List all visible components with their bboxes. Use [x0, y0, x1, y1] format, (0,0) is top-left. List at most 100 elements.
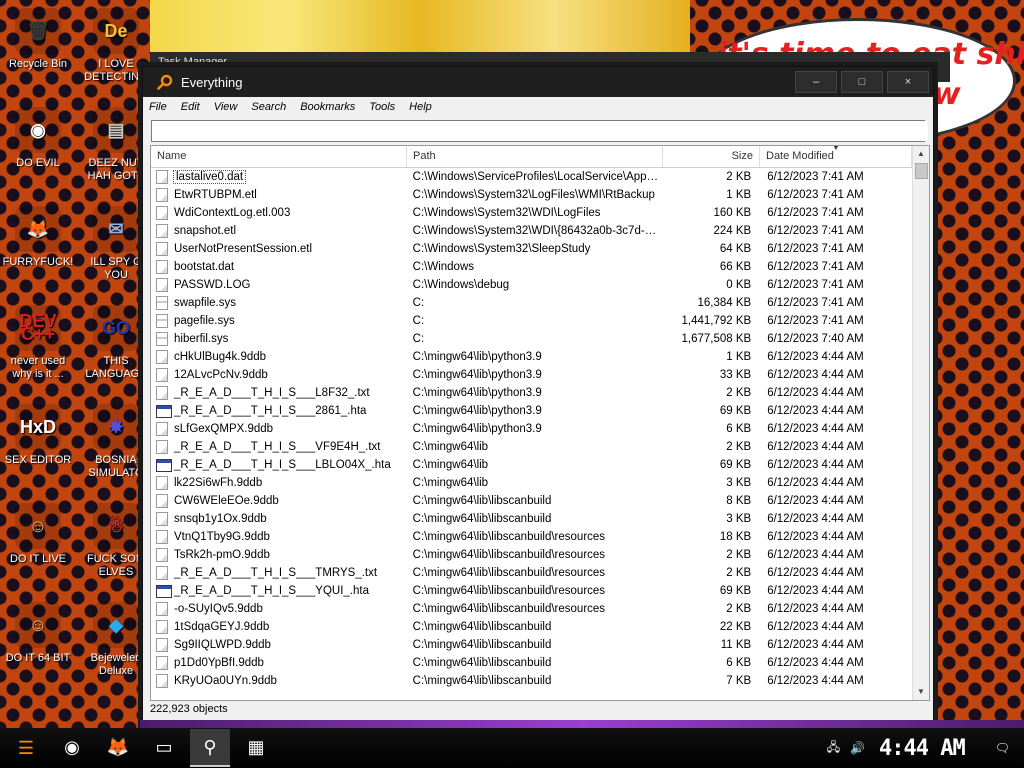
desktop-icon[interactable]: ☺ DO IT LIVE — [2, 503, 74, 566]
cell-size: 22 KB — [719, 621, 752, 633]
maximize-button[interactable]: □ — [841, 71, 883, 93]
cell-path: C:\Windows\System32\LogFiles\WMI\RtBacku… — [412, 189, 655, 201]
file-icon — [156, 422, 168, 436]
table-row[interactable]: TsRk2h-pmO.9ddb C:\mingw64\lib\libscanbui… — [151, 546, 911, 564]
table-row[interactable]: WdiContextLog.etl.003 C:\Windows\System32… — [151, 204, 911, 222]
cell-date-modified: 6/12/2023 4:44 AM — [767, 549, 864, 561]
file-name: lk22Si6wFh.9ddb — [174, 477, 263, 489]
menu-bookmarks[interactable]: Bookmarks — [300, 101, 355, 113]
table-row[interactable]: _R_E_A_D___T_H_I_S___YQUI_.hta C:\mingw64… — [151, 582, 911, 600]
table-row[interactable]: _R_E_A_D___T_H_I_S___L8F32_.txt C:\mingw6… — [151, 384, 911, 402]
desktop-icon[interactable]: ☺ DO IT 64 BIT — [2, 602, 74, 665]
desktop-icon[interactable]: HxD SEX EDITOR — [2, 404, 74, 467]
desktop-icon[interactable]: ◉ DO EVIL — [2, 107, 74, 170]
column-header-date-modified[interactable]: ▼ Date Modified — [760, 146, 912, 167]
table-row[interactable]: sLfGexQMPX.9ddb C:\mingw64\lib\python3.9 6… — [151, 420, 911, 438]
cell-path: C:\mingw64\lib\libscanbuild\resources — [412, 531, 606, 543]
table-row[interactable]: _R_E_A_D___T_H_I_S___TMRYS_.txt C:\mingw6… — [151, 564, 911, 582]
taskbar-clock[interactable]: 4:44 AM — [879, 736, 966, 761]
table-row[interactable]: snsqb1y1Ox.9ddb C:\mingw64\lib\libscanbui… — [151, 510, 911, 528]
table-row[interactable]: CW6WEleEOe.9ddb C:\mingw64\lib\libscanbui… — [151, 492, 911, 510]
menu-edit[interactable]: Edit — [181, 101, 200, 113]
table-row[interactable]: lk22Si6wFh.9ddb C:\mingw64\lib 3 KB 6/12/20… — [151, 474, 911, 492]
table-row[interactable]: pagefile.sys C: 1,441,792 KB 6/12/2023 7:41… — [151, 312, 911, 330]
table-row[interactable]: cHkUlBug4k.9ddb C:\mingw64\lib\python3.9 1… — [151, 348, 911, 366]
file-name: snapshot.etl — [174, 225, 237, 237]
table-row[interactable]: _R_E_A_D___T_H_I_S___LBLO04X_.hta C:\ming… — [151, 456, 911, 474]
file-icon — [156, 566, 168, 580]
scroll-down-icon[interactable]: ▼ — [913, 684, 929, 700]
banner-text-2: w — [933, 77, 961, 112]
column-header-size[interactable]: Size — [663, 146, 760, 167]
cell-path: C:\mingw64\lib\python3.9 — [412, 405, 542, 417]
file-name: _R_E_A_D___T_H_I_S___VF9E4H_.txt — [174, 441, 381, 453]
desktop-icon-label: SEX EDITOR — [4, 454, 72, 466]
cell-path: C:\mingw64\lib\libscanbuild\resources — [412, 585, 606, 597]
table-row[interactable]: snapshot.etl C:\Windows\System32\WDI\{864… — [151, 222, 911, 240]
table-row[interactable]: hiberfil.sys C: 1,677,508 KB 6/12/2023 7:40… — [151, 330, 911, 348]
file-name: sLfGexQMPX.9ddb — [174, 423, 274, 435]
table-row[interactable]: bootstat.dat C:\Windows 66 KB 6/12/2023 7:4… — [151, 258, 911, 276]
cell-name: UserNotPresentSession.etl — [151, 242, 407, 256]
system-tray: 🖧 🔊 4:44 AM 🗨 — [827, 736, 1024, 761]
file-icon — [156, 656, 168, 670]
cell-date-modified: 6/12/2023 4:44 AM — [767, 423, 864, 435]
desktop-app-icon: 🗑 — [15, 8, 61, 54]
cell-name: WdiContextLog.etl.003 — [151, 206, 407, 220]
cell-size: 3 KB — [726, 513, 752, 525]
desktop-icon[interactable]: 🦊 FURRYFUCK! — [2, 206, 74, 269]
start-icon[interactable]: ☰ — [6, 730, 46, 766]
cell-path: C:\mingw64\lib\python3.9 — [412, 351, 542, 363]
table-row[interactable]: _R_E_A_D___T_H_I_S___2861_.hta C:\mingw64… — [151, 402, 911, 420]
file-explorer-icon[interactable]: ▭ — [144, 729, 184, 765]
title-bar[interactable]: Everything – □ × — [143, 67, 933, 97]
file-icon — [156, 620, 168, 634]
file-icon — [156, 512, 168, 526]
table-row[interactable]: _R_E_A_D___T_H_I_S___VF9E4H_.txt C:\mingw… — [151, 438, 911, 456]
column-header-name[interactable]: Name — [151, 146, 407, 167]
table-row[interactable]: KRyUOa0UYn.9ddb C:\mingw64\lib\libscanbui… — [151, 672, 911, 690]
scroll-up-icon[interactable]: ▲ — [913, 146, 929, 162]
cell-date-modified: 6/12/2023 4:44 AM — [767, 639, 864, 651]
cell-path: C:\mingw64\lib\libscanbuild — [412, 621, 552, 633]
desktop-icon[interactable]: DEV C++ never used why is it ... — [2, 305, 74, 381]
table-row[interactable]: swapfile.sys C: 16,384 KB 6/12/2023 7:41 AM — [151, 294, 911, 312]
file-name: swapfile.sys — [174, 297, 236, 309]
notifications-icon[interactable]: 🗨 — [995, 741, 1010, 755]
network-icon[interactable]: 🖧 — [827, 738, 840, 759]
table-row[interactable]: -o-SUyIQv5.9ddb C:\mingw64\lib\libscanbui… — [151, 600, 911, 618]
table-row[interactable]: VtnQ1Tby9G.9ddb C:\mingw64\lib\libscanbui… — [151, 528, 911, 546]
system-file-icon — [156, 296, 168, 310]
cell-date-modified: 6/12/2023 7:41 AM — [767, 243, 864, 255]
table-row[interactable]: UserNotPresentSession.etl C:\Windows\Syst… — [151, 240, 911, 258]
menu-search[interactable]: Search — [251, 101, 286, 113]
close-button[interactable]: × — [887, 71, 929, 93]
firefox-icon[interactable]: 🦊 — [98, 729, 138, 765]
wallpaper-purple-band — [140, 720, 1024, 728]
everything-search-icon[interactable]: ⚲ — [190, 729, 230, 767]
table-row[interactable]: p1Dd0YpBfI.9ddb C:\mingw64\lib\libscanbui… — [151, 654, 911, 672]
table-row[interactable]: Sg9IIQLWPD.9ddb C:\mingw64\lib\libscanbui… — [151, 636, 911, 654]
vertical-scrollbar[interactable]: ▲ ▼ — [912, 146, 929, 700]
menu-file[interactable]: File — [149, 101, 167, 113]
menu-view[interactable]: View — [214, 101, 238, 113]
table-row[interactable]: PASSWD.LOG C:\Windows\debug 0 KB 6/12/2023 … — [151, 276, 911, 294]
task-manager-icon[interactable]: ▦ — [236, 729, 276, 765]
cell-size: 18 KB — [719, 531, 752, 543]
file-icon — [156, 224, 168, 238]
chrome-icon[interactable]: ◉ — [52, 729, 92, 765]
table-row[interactable]: 1tSdqaGEYJ.9ddb C:\mingw64\lib\libscanbui… — [151, 618, 911, 636]
menu-help[interactable]: Help — [409, 101, 432, 113]
cell-size: 33 KB — [719, 369, 752, 381]
scroll-thumb[interactable] — [915, 163, 928, 179]
search-input[interactable] — [152, 121, 928, 141]
desktop-app-icon: 🦊 — [15, 206, 61, 252]
table-row[interactable]: EtwRTUBPM.etl C:\Windows\System32\LogFile… — [151, 186, 911, 204]
volume-icon[interactable]: 🔊 — [850, 741, 865, 755]
table-row[interactable]: 12ALvcPcNv.9ddb C:\mingw64\lib\python3.9 3… — [151, 366, 911, 384]
table-row[interactable]: lastalive0.dat C:\Windows\ServiceProfiles… — [151, 168, 911, 186]
menu-tools[interactable]: Tools — [369, 101, 395, 113]
column-header-path[interactable]: Path — [407, 146, 663, 167]
minimize-button[interactable]: – — [795, 71, 837, 93]
desktop-icon[interactable]: 🗑 Recycle Bin — [2, 8, 74, 71]
